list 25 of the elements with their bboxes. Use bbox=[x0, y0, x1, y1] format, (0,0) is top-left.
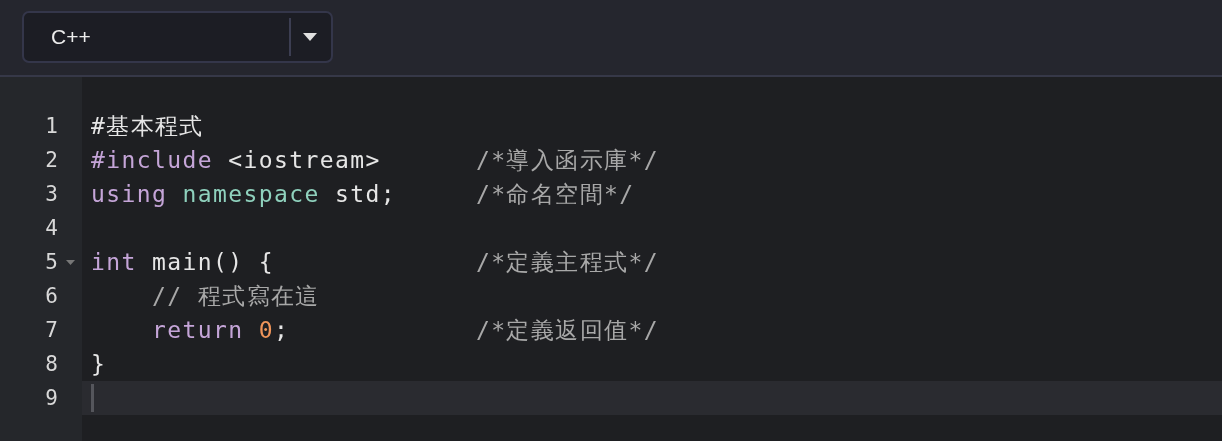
code-text: #基本程式 bbox=[91, 111, 205, 141]
language-select[interactable]: C++ bbox=[22, 10, 333, 63]
fold-icon[interactable] bbox=[65, 259, 75, 265]
text-cursor bbox=[91, 384, 94, 412]
line-number: 6 bbox=[45, 284, 58, 308]
code-comment: /*定義主程式*/ bbox=[476, 247, 659, 277]
code-text: // 程式寫在這 bbox=[151, 281, 321, 311]
line-number: 3 bbox=[45, 182, 58, 206]
line-number: 7 bbox=[45, 318, 58, 342]
line-number: 8 bbox=[45, 352, 58, 376]
line-number: 4 bbox=[45, 216, 58, 240]
code-text: using namespace std; bbox=[91, 181, 397, 207]
code-comment: /*命名空間*/ bbox=[476, 179, 635, 209]
line-number: 9 bbox=[45, 386, 58, 410]
code-text: return 0; bbox=[151, 317, 291, 343]
line-number: 5 bbox=[45, 250, 58, 274]
line-number: 2 bbox=[45, 148, 58, 172]
code-text: } bbox=[91, 351, 108, 377]
code-comment: /*導入函示庫*/ bbox=[476, 145, 659, 175]
line-number: 1 bbox=[45, 114, 58, 138]
code-text: #include <iostream> bbox=[91, 147, 382, 173]
code-comment: /*定義返回值*/ bbox=[476, 315, 659, 345]
code-editor[interactable]: #基本程式 #include <iostream> /*導入函示庫*/ using namespace std; /*命名空間*/ int main() { /*定義主程式*/ // 程式寫在這 return 0; /*定義返回值*/ } bbox=[82, 77, 1222, 441]
code-text: int main() { bbox=[91, 249, 275, 275]
caret-icon bbox=[303, 32, 317, 41]
